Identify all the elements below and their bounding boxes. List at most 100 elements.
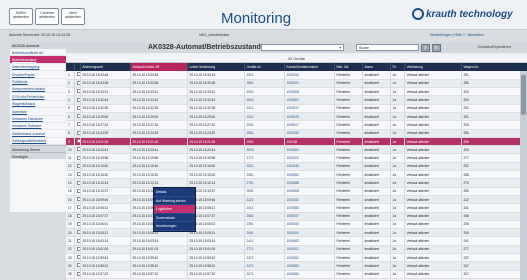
search-icon[interactable]: ⌕ bbox=[421, 43, 430, 52]
table-row[interactable]: 8 29.10.15 13:24:29 29.10.15 13:24:29 29.10… bbox=[66, 129, 527, 138]
row-checkbox[interactable] bbox=[76, 180, 79, 185]
table-cell: 1000152 bbox=[284, 129, 335, 138]
row-checkbox[interactable] bbox=[76, 255, 79, 260]
table-scrollbar[interactable] bbox=[520, 71, 527, 280]
sidebar-section-sonstiges[interactable]: Sonstiges bbox=[10, 152, 66, 160]
row-checkbox[interactable] bbox=[76, 230, 79, 235]
col-connection[interactable]: Verbindung bbox=[404, 63, 462, 71]
combine-button[interactable]: Combine abblenden bbox=[35, 8, 59, 25]
sidebar-item[interactable]: Geldbestand-Automat bbox=[10, 130, 66, 138]
row-checkbox[interactable] bbox=[76, 172, 79, 177]
row-checkbox[interactable] bbox=[76, 263, 79, 268]
sidebar-item[interactable]: Datenübertragung bbox=[10, 64, 66, 72]
row-checkbox[interactable] bbox=[76, 114, 79, 119]
sidebar-item[interactable]: Betriebszustände AK bbox=[10, 49, 66, 57]
table-row[interactable]: 23 29.10.15 12:59:42 29.10.15 12:59:42 29.1… bbox=[66, 253, 527, 263]
table-cell: 254 bbox=[461, 95, 527, 105]
table-row[interactable]: 18 29.10.15 13:07:37 29.10.15 13:07:37 29.1… bbox=[66, 212, 527, 221]
table-row[interactable]: 19 29.10.15 13:06:01 29.10.15 13:06:01 29.1… bbox=[66, 220, 527, 230]
table-row[interactable]: 10 29.10.15 13:20:41 29.10.15 13:20:41 29.1… bbox=[66, 145, 527, 155]
row-index: 20 bbox=[66, 228, 75, 238]
row-checkbox[interactable] bbox=[76, 147, 79, 152]
sidebar-item[interactable]: Alarmliste bbox=[10, 108, 66, 116]
row-checkbox[interactable] bbox=[76, 213, 79, 218]
table-cell: 29.10.15 13:33:31 bbox=[187, 87, 245, 97]
table-row[interactable]: 12 29.10.15 13:16:40 29.10.15 13:16:40 29.1… bbox=[66, 162, 527, 172]
col-last-off[interactable]: Zeitpunkt letzte Off bbox=[130, 63, 188, 71]
search-input[interactable]: Suche bbox=[356, 44, 419, 51]
table-cell: Fehlerfrei bbox=[334, 245, 363, 255]
table-row[interactable]: 13 29.10.15 13:15:20 29.10.15 13:15:20 29.1… bbox=[66, 170, 527, 180]
sidebar-item[interactable]: Drucker/Papier bbox=[10, 71, 66, 79]
col-status[interactable]: Betr. Zst. bbox=[334, 63, 363, 71]
sidebar-item[interactable]: Wagenfüllstand bbox=[10, 101, 66, 109]
table-row[interactable]: 24 29.10.15 12:58:10 29.10.15 12:58:10 29.1… bbox=[66, 261, 527, 271]
table-row[interactable]: 9 29.10.15 13:21:18 29.10.15 13:21:18 29.10… bbox=[66, 137, 527, 147]
context-menu-item[interactable]: Details bbox=[154, 188, 195, 197]
row-checkbox[interactable] bbox=[76, 97, 79, 102]
row-checkbox[interactable] bbox=[76, 72, 79, 77]
row-checkbox[interactable] bbox=[76, 155, 79, 160]
table-row[interactable]: 25 29.10.15 12:57:22 29.10.15 12:57:22 29.1… bbox=[66, 270, 527, 279]
sidebar-section-monitoring[interactable]: Monitoring Server bbox=[10, 145, 66, 153]
col-device-no[interactable]: Geräte-Nr. bbox=[244, 63, 285, 71]
row-checkbox[interactable] bbox=[76, 105, 79, 110]
context-menu-item[interactable]: Auf Wartung setzen bbox=[154, 197, 195, 205]
row-checkbox[interactable] bbox=[76, 188, 79, 193]
col-last-connection[interactable]: Letzte Verbindung bbox=[187, 63, 245, 71]
sidebar-item[interactable]: Betriebszustand bbox=[10, 56, 66, 64]
row-checkbox[interactable] bbox=[76, 130, 79, 135]
table-row[interactable]: 7 29.10.15 13:27:32 29.10.15 13:27:32 29.10… bbox=[66, 120, 527, 130]
context-menu-item[interactable]: Logbücher bbox=[154, 205, 195, 214]
table-row[interactable]: 11 29.10.15 13:19:56 29.10.15 13:19:56 29.1… bbox=[66, 153, 527, 163]
col-fe[interactable]: Fe bbox=[390, 63, 405, 71]
col-customer-device[interactable]: Kunde/Gerätenummer bbox=[284, 63, 335, 71]
row-checkbox[interactable] bbox=[76, 80, 79, 85]
table-cell: 2771 bbox=[244, 245, 285, 255]
row-checkbox[interactable] bbox=[76, 246, 79, 251]
table-row[interactable]: 6 29.10.15 13:29:00 29.10.15 13:29:00 29.10… bbox=[66, 112, 527, 122]
table-row[interactable]: 15 29.10.15 13:10:37 29.10.15 13:10:37 29.1… bbox=[66, 187, 527, 196]
setprn-button[interactable]: SetPrn abblenden bbox=[9, 8, 33, 25]
table-row[interactable]: 20 29.10.15 13:05:21 29.10.15 13:05:21 29.1… bbox=[66, 228, 527, 238]
table-row[interactable]: 2 29.10.15 13:33:38 29.10.15 13:33:38 29.10… bbox=[66, 79, 527, 89]
row-checkbox[interactable] bbox=[76, 205, 79, 210]
context-menu-item[interactable]: Screenshots bbox=[154, 214, 195, 222]
settings-links[interactable]: Einstellungen | Hilfe ? · Abmelden bbox=[430, 33, 484, 37]
sidebar-item[interactable]: Versionen Software bbox=[10, 123, 66, 131]
row-checkbox[interactable] bbox=[76, 221, 79, 226]
sidebar-item[interactable]: Komponentenzustand bbox=[10, 86, 66, 94]
col-wagon-no[interactable]: Wagen-Nr. bbox=[461, 63, 527, 71]
table-cell: Verkauf aktiviert bbox=[404, 95, 462, 105]
table-row[interactable]: 5 29.10.15 13:32:35 29.10.15 13:32:35 29.10… bbox=[66, 104, 527, 114]
col-changed[interactable]: Änderungszeit bbox=[80, 63, 131, 71]
col-alarm[interactable]: Alarm bbox=[362, 63, 391, 71]
table-row[interactable]: 3 29.10.15 13:33:31 29.10.15 13:33:31 29.10… bbox=[66, 87, 527, 97]
sidebar-item[interactable]: Füllstände bbox=[10, 79, 66, 86]
table-row[interactable]: 17 29.10.15 13:08:12 29.10.15 13:08:12 29.1… bbox=[66, 203, 527, 213]
print-export-link[interactable]: Drucken/Exportieren bbox=[478, 45, 511, 49]
row-checkbox[interactable] bbox=[76, 122, 79, 127]
table-row[interactable]: 1 29.10.15 13:33:48 29.10.15 13:33:48 29.10… bbox=[66, 71, 527, 80]
table-cell: Verkauf aktiviert bbox=[404, 236, 462, 246]
table-row[interactable]: 22 29.10.15 13:01:03 29.10.15 13:01:03 29.1… bbox=[66, 245, 527, 255]
sidebar-item[interactable]: Versionen Hardware bbox=[10, 116, 66, 123]
table-cell: 236 bbox=[461, 220, 527, 230]
sidebar-item[interactable]: CPU-Info/Fehlerlisten bbox=[10, 93, 66, 101]
more-button[interactable]: Mehr abblenden bbox=[61, 8, 85, 25]
row-checkbox[interactable] bbox=[76, 271, 79, 276]
context-menu-item[interactable]: Anweisungen bbox=[154, 222, 195, 231]
scrollbar-thumb[interactable] bbox=[521, 75, 526, 115]
machine-select[interactable]: ▼ bbox=[261, 44, 344, 51]
row-checkbox[interactable] bbox=[76, 238, 79, 243]
filter-icon[interactable]: ≡ bbox=[432, 43, 441, 52]
row-checkbox[interactable] bbox=[76, 163, 79, 168]
table-row[interactable]: 14 29.10.15 13:12:14 29.10.15 13:12:14 29.1… bbox=[66, 178, 527, 188]
table-row[interactable]: 21 29.10.15 13:03:14 29.10.15 13:03:14 29.1… bbox=[66, 236, 527, 246]
table-row[interactable]: 16 29.10.15 13:09:46 29.10.15 13:09:46 29.1… bbox=[66, 195, 527, 205]
table-row[interactable]: 4 29.10.15 13:32:44 29.10.15 13:32:44 29.10… bbox=[66, 95, 527, 105]
sidebar-item[interactable]: Zahlungsmittelbestand bbox=[10, 138, 66, 146]
row-checkbox[interactable] bbox=[76, 139, 79, 144]
row-checkbox[interactable] bbox=[76, 89, 79, 94]
row-checkbox[interactable] bbox=[76, 197, 79, 202]
